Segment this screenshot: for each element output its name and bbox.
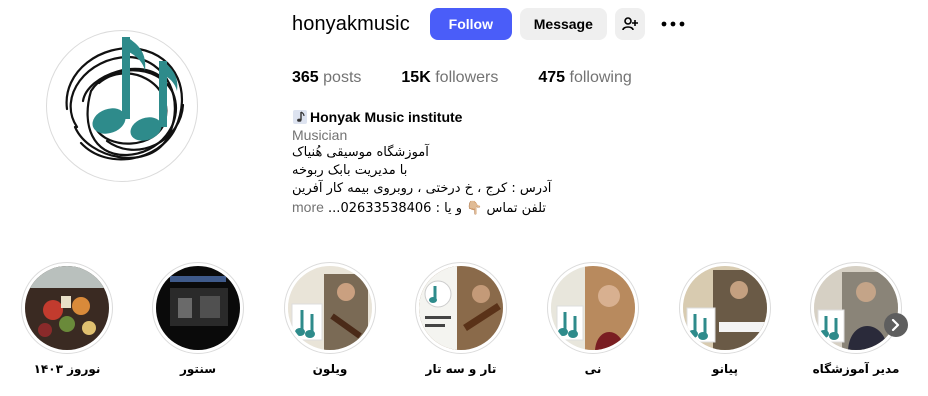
highlight-item[interactable]: سنتور <box>148 262 248 376</box>
profile-header: honyakmusic Follow Message <box>292 8 687 40</box>
highlight-cover <box>551 266 635 350</box>
message-button[interactable]: Message <box>519 8 607 40</box>
highlight-label: پیانو <box>712 362 738 376</box>
bio-display-name: Honyak Music institute <box>310 109 463 125</box>
highlight-ring <box>810 262 902 354</box>
nowruz-cover-image <box>25 266 109 350</box>
highlight-ring <box>284 262 376 354</box>
highlight-cover <box>683 266 767 350</box>
more-options-icon <box>661 21 685 27</box>
highlight-item[interactable]: تار و سه تار <box>411 262 511 376</box>
tar-setar-cover-image <box>419 266 503 350</box>
music-note-logo-icon <box>65 37 185 161</box>
highlight-label: نی <box>584 362 602 376</box>
santur-cover-image <box>156 266 240 350</box>
bio-line: با مدیریت بابک ربوخه <box>292 163 408 178</box>
person-plus-icon <box>622 17 638 31</box>
profile-stats: 365 posts 15K followers 475 following <box>292 69 672 87</box>
bio-name-row: Honyak Music institute <box>292 108 562 126</box>
story-highlights: نوروز ۱۴۰۳ سنتور ویلون تار و سه تار نی پ… <box>0 262 928 392</box>
highlight-item[interactable]: نی <box>543 262 643 376</box>
highlight-item[interactable]: پیانو <box>675 262 775 376</box>
bio-line: آموزشگاه موسیقی هُنیاک <box>292 145 429 160</box>
bio-category: Musician <box>292 127 348 143</box>
more-link[interactable]: more <box>292 199 324 215</box>
highlight-cover <box>814 266 898 350</box>
highlight-cover <box>156 266 240 350</box>
bio-line: آدرس : کرج ، خ درختی ، روبروی بیمه کار آ… <box>292 181 552 196</box>
posts-label: posts <box>323 69 362 86</box>
suggest-accounts-button[interactable] <box>614 8 645 40</box>
highlight-label: مدیر آموزشگاه <box>812 362 900 376</box>
profile-bio: Honyak Music institute Musician آموزشگاه… <box>292 108 562 218</box>
highlights-next-button[interactable] <box>884 313 908 337</box>
more-options-button[interactable] <box>659 8 687 40</box>
highlight-ring <box>152 262 244 354</box>
music-score-icon <box>293 110 307 124</box>
highlight-label: ویلون <box>312 362 348 376</box>
followers-label: followers <box>435 69 499 86</box>
follow-button[interactable]: Follow <box>429 8 512 40</box>
chevron-right-icon <box>891 319 900 331</box>
highlight-ring <box>547 262 639 354</box>
ney-cover-image <box>551 266 635 350</box>
username[interactable]: honyakmusic <box>292 13 410 36</box>
followers-count: 15K <box>401 69 431 86</box>
bio-line-with-more: تلفن تماس 👇🏼 و یا : 02633538406... more <box>292 198 552 218</box>
director-cover-image <box>814 266 898 350</box>
bio-line: تلفن تماس 👇🏼 و یا : 02633538406... <box>328 201 547 216</box>
highlight-label: تار و سه تار <box>425 362 497 376</box>
highlight-ring <box>21 262 113 354</box>
profile-avatar[interactable] <box>46 30 198 182</box>
highlight-ring <box>415 262 507 354</box>
violin-cover-image <box>288 266 372 350</box>
highlight-cover <box>288 266 372 350</box>
following-stat[interactable]: 475 following <box>538 69 631 87</box>
posts-count: 365 <box>292 69 319 86</box>
piano-cover-image <box>683 266 767 350</box>
highlight-item[interactable]: نوروز ۱۴۰۳ <box>17 262 117 376</box>
following-label: following <box>569 69 632 86</box>
highlight-label: سنتور <box>179 362 217 376</box>
followers-stat[interactable]: 15K followers <box>401 69 498 87</box>
highlight-item[interactable]: ویلون <box>280 262 380 376</box>
bio-text: آموزشگاه موسیقی هُنیاک با مدیریت بابک رب… <box>292 144 562 218</box>
highlight-cover <box>25 266 109 350</box>
posts-stat: 365 posts <box>292 69 361 87</box>
highlight-cover <box>419 266 503 350</box>
highlight-ring <box>679 262 771 354</box>
following-count: 475 <box>538 69 566 86</box>
highlight-label: نوروز ۱۴۰۳ <box>33 362 101 376</box>
